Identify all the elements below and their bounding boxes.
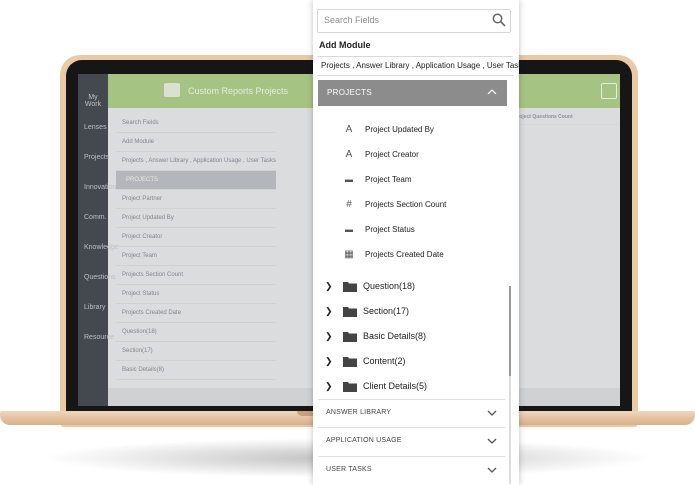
bg-row: Projects Section Count: [116, 266, 276, 285]
bg-row: Project Team: [116, 247, 276, 266]
bg-row-section: PROJECTS: [116, 171, 276, 190]
bg-row: Project Partner: [116, 190, 276, 209]
group-label: Question(18): [363, 281, 416, 291]
background-field-list: Search Fields Add Module Projects , Answ…: [116, 114, 276, 380]
accordion-application-usage[interactable]: APPLICATION USAGE: [318, 427, 505, 455]
field-item[interactable]: ▦ Projects Created Date: [343, 244, 444, 264]
tag-icon: ▬: [345, 224, 353, 234]
table-header: Project Questions Count: [510, 114, 620, 125]
chevron-right-icon: ❯: [325, 305, 333, 316]
group-item[interactable]: ❯ Client Details(5): [325, 376, 427, 396]
tag-icon: ▬: [345, 174, 353, 184]
chevron-right-icon: ❯: [325, 380, 333, 391]
add-module-label: Add Module: [319, 40, 371, 50]
sidebar-item-7[interactable]: Questions: [84, 274, 116, 288]
bg-row: Projects , Answer Library , Application …: [116, 152, 276, 171]
chevron-right-icon: ❯: [325, 355, 333, 366]
folder-icon: [343, 381, 357, 392]
hash-icon: #: [346, 198, 352, 210]
field-item[interactable]: ▬ Project Status: [343, 219, 415, 239]
chevron-right-icon: ❯: [325, 280, 333, 291]
accordion-answer-library[interactable]: ANSWER LIBRARY: [318, 399, 505, 427]
field-item[interactable]: A Project Updated By: [343, 119, 434, 139]
bg-row: Question(18): [116, 323, 276, 342]
field-label: Project Updated By: [365, 124, 434, 134]
sidebar-item-2[interactable]: Lenses: [84, 124, 107, 138]
chevron-down-icon: [487, 410, 497, 416]
group-label: Content(2): [363, 356, 406, 366]
module-select[interactable]: Projects , Answer Library , Application …: [317, 56, 519, 76]
bg-row: Search Fields: [116, 114, 276, 133]
sidebar-item-6[interactable]: Knowledge: [84, 244, 119, 258]
projects-section-header[interactable]: PROJECTS: [318, 80, 507, 106]
bg-row: Project Updated By: [116, 209, 276, 228]
search-input[interactable]: Search Fields: [317, 9, 511, 33]
folder-icon: [343, 306, 357, 317]
group-label: Client Details(5): [363, 381, 428, 391]
bg-row: Add Module: [116, 133, 276, 152]
group-item[interactable]: ❯ Question(18): [325, 276, 415, 296]
field-item[interactable]: # Projects Section Count: [343, 194, 446, 214]
field-picker-panel: Search Fields Add Module Projects , Answ…: [313, 0, 519, 485]
group-label: Section(17): [363, 306, 410, 316]
chevron-right-icon: ❯: [325, 330, 333, 341]
search-placeholder: Search Fields: [324, 15, 380, 25]
scrollbar-thumb[interactable]: [509, 286, 511, 376]
table-header-label: Project Questions Count: [514, 114, 573, 120]
bg-row: Project Creator: [116, 228, 276, 247]
filter-icon[interactable]: [601, 83, 617, 99]
field-label: Project Creator: [365, 149, 419, 159]
group-item[interactable]: ❯ Section(17): [325, 301, 409, 321]
sidebar-item-1[interactable]: My Work: [84, 94, 102, 108]
field-label: Project Status: [365, 224, 415, 234]
module-select-value: Projects , Answer Library , Application …: [321, 61, 519, 70]
group-label: Basic Details(8): [363, 331, 427, 341]
sidebar-item-3[interactable]: Projects: [84, 154, 109, 168]
chevron-down-icon: [487, 438, 497, 444]
accordion-user-tasks[interactable]: USER TASKS: [318, 456, 505, 484]
bg-row: Projects Created Date: [116, 304, 276, 323]
chevron-up-icon: [487, 89, 497, 95]
text-icon: A: [345, 123, 353, 135]
sidebar-item-5[interactable]: Comm.: [84, 214, 107, 228]
bg-row: Section(17): [116, 342, 276, 361]
sidebar-item-8[interactable]: Library: [84, 304, 105, 318]
field-label: Projects Created Date: [365, 249, 444, 259]
section-title: PROJECTS: [327, 88, 373, 97]
background-table: Project Questions Count: [510, 114, 620, 394]
sidebar-item-4[interactable]: Innovation: [84, 184, 116, 198]
calendar-icon: ▦: [344, 248, 354, 260]
reports-logo-icon: [164, 83, 180, 97]
bg-row: Basic Details(8): [116, 361, 276, 380]
field-item[interactable]: A Project Creator: [343, 144, 419, 164]
accordion-label: ANSWER LIBRARY: [326, 409, 392, 416]
accordion-label: APPLICATION USAGE: [326, 437, 402, 444]
app-sidebar: My Work Lenses Projects Innovation Comm.…: [78, 74, 119, 406]
chevron-down-icon: [487, 467, 497, 473]
sidebar-item-9[interactable]: Resource: [84, 334, 114, 348]
search-icon[interactable]: [492, 13, 506, 27]
field-label: Project Team: [365, 174, 412, 184]
folder-icon: [343, 331, 357, 342]
accordion-label: USER TASKS: [326, 466, 372, 473]
field-item[interactable]: ▬ Project Team: [343, 169, 412, 189]
folder-icon: [343, 356, 357, 367]
header-title: Custom Reports Projects: [188, 86, 289, 96]
bg-row: Project Status: [116, 285, 276, 304]
field-label: Projects Section Count: [365, 199, 447, 209]
folder-icon: [343, 281, 357, 292]
text-icon: A: [345, 148, 353, 160]
group-item[interactable]: ❯ Basic Details(8): [325, 326, 426, 346]
group-item[interactable]: ❯ Content(2): [325, 351, 406, 371]
